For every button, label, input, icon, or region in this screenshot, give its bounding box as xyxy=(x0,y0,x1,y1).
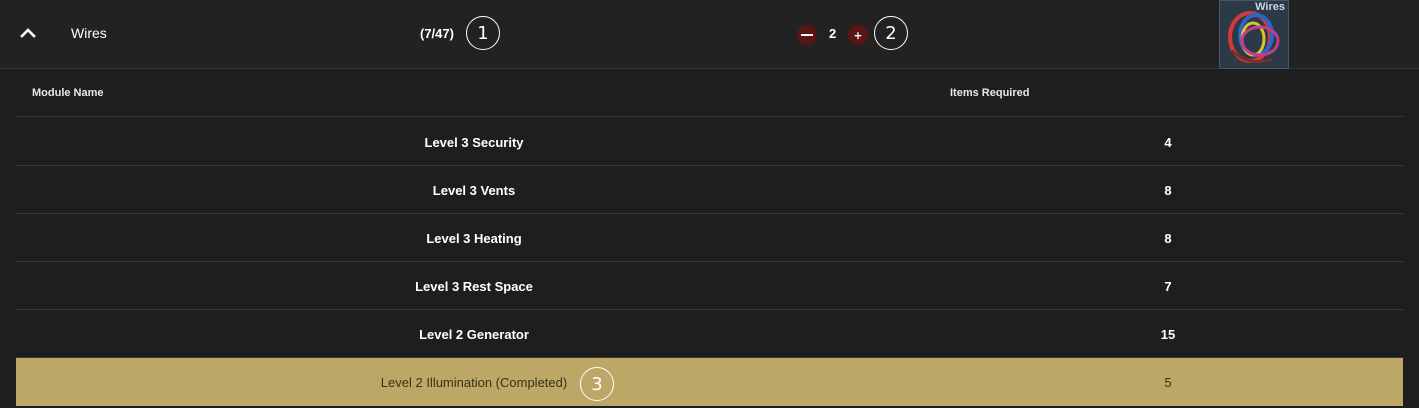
plus-icon: + xyxy=(853,28,863,42)
table-row-completed: Level 2 Illumination (Completed) 5 3 xyxy=(16,358,1403,406)
table-row: Level 2 Generator 15 xyxy=(16,310,1403,358)
items-required-cell: 4 xyxy=(1164,134,1172,150)
annotation-marker-2: 2 xyxy=(874,16,908,50)
minus-icon xyxy=(801,34,813,36)
quantity-value: 2 xyxy=(829,26,837,41)
table-row: Level 3 Heating 8 xyxy=(16,214,1403,262)
progress-count: (7/47) xyxy=(420,26,454,41)
module-name-cell: Level 2 Generator xyxy=(419,326,529,342)
category-header[interactable]: Wires (7/47) 1 2 + 2 Wires xyxy=(0,0,1419,69)
module-name-cell: Level 2 Illumination (Completed) xyxy=(380,374,568,390)
decrement-button[interactable] xyxy=(797,25,817,45)
modules-table: Module Name Items Required Level 3 Secur… xyxy=(16,70,1403,408)
module-name-cell: Level 3 Security xyxy=(424,134,524,150)
table-header: Module Name Items Required xyxy=(16,70,1403,117)
category-title: Wires xyxy=(71,25,107,41)
module-name-cell: Level 3 Heating xyxy=(426,230,522,246)
annotation-marker-3: 3 xyxy=(580,367,614,401)
items-required-cell: 8 xyxy=(1164,182,1172,198)
thumbnail-label: Wires xyxy=(1255,1,1285,13)
increment-button[interactable]: + xyxy=(848,25,868,45)
table-row: Level 3 Vents 8 xyxy=(16,166,1403,214)
table-row: Level 3 Rest Space 7 xyxy=(16,262,1403,310)
module-name-cell: Level 3 Vents xyxy=(432,182,516,198)
table-row: Level 3 Security 4 xyxy=(16,118,1403,166)
items-required-cell: 8 xyxy=(1164,230,1172,246)
column-header-items-required: Items Required xyxy=(950,87,1030,99)
annotation-marker-1: 1 xyxy=(466,16,500,50)
chevron-up-icon[interactable] xyxy=(19,24,37,42)
wires-thumbnail-icon: Wires xyxy=(1219,0,1289,69)
module-name-cell: Level 3 Rest Space xyxy=(415,278,533,294)
items-required-cell: 7 xyxy=(1164,278,1172,294)
items-required-cell: 5 xyxy=(1164,374,1172,390)
items-required-cell: 15 xyxy=(1160,326,1176,342)
column-header-module-name: Module Name xyxy=(32,87,104,99)
